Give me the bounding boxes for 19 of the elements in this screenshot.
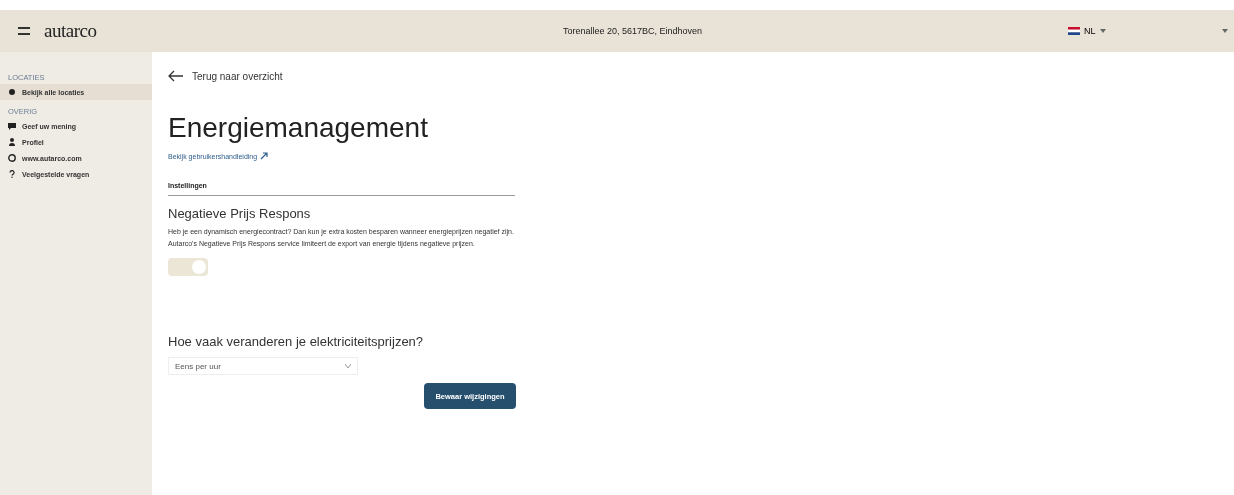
question-icon	[8, 170, 16, 178]
chat-icon	[8, 122, 16, 130]
chevron-icon	[1099, 29, 1106, 33]
back-link[interactable]: Terug naar overzicht	[168, 70, 283, 82]
question-label: Hoe vaak veranderen je elektriciteitsprijzen?	[168, 334, 424, 349]
external-link-icon	[260, 152, 269, 160]
person-icon	[8, 138, 16, 146]
language-selector[interactable]: NL	[1068, 26, 1106, 36]
section-title: Negatieve Prijs Respons	[168, 206, 311, 221]
menu-icon[interactable]	[18, 27, 30, 35]
chevron-icon[interactable]	[1222, 29, 1228, 33]
logo[interactable]: autarco	[44, 20, 97, 42]
select-field[interactable]: Eens per uur	[168, 357, 358, 375]
arrow-left-icon	[168, 70, 184, 82]
address-text: Torenallee 20, 5617BC, Eindhoven	[563, 26, 704, 36]
page-title: Energiemanagement	[168, 112, 428, 144]
dot-icon	[8, 88, 16, 96]
flag-icon	[1068, 27, 1080, 35]
chevron-icon	[345, 364, 351, 368]
